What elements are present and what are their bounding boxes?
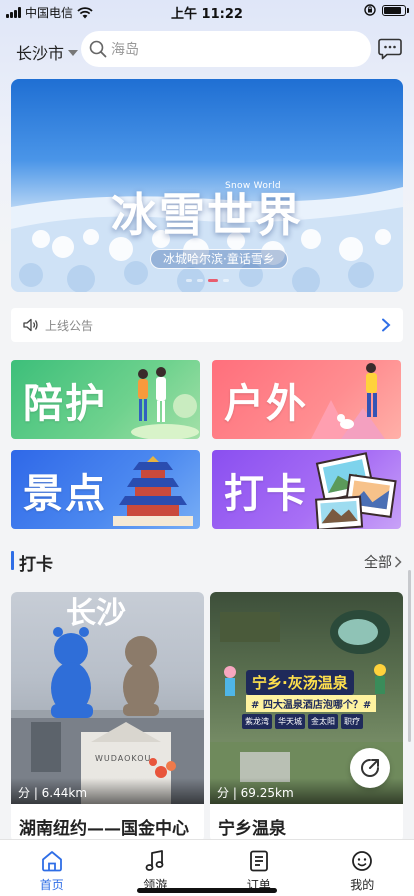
- card-brand-text: WUDAOKOU: [95, 754, 152, 763]
- banner-pagination: [11, 279, 403, 282]
- checkin-card[interactable]: 长沙 WUDAOKOU 分 | 6.44km 湖南纽约——国金中心: [11, 592, 204, 842]
- tab-home-label: 首页: [39, 878, 64, 892]
- card-tag: 华天城: [275, 714, 305, 729]
- search-input[interactable]: 海岛: [81, 31, 371, 67]
- user-face-icon: [352, 851, 373, 871]
- message-icon[interactable]: [378, 38, 402, 60]
- section-more-label: 全部: [364, 555, 392, 571]
- search-icon: [89, 40, 107, 58]
- tab-home[interactable]: 首页: [0, 840, 104, 896]
- tab-profile-label: 我的: [350, 878, 375, 892]
- card-tag: 金太阳: [308, 714, 338, 729]
- card-title: 湖南纽约——国金中心: [19, 819, 189, 839]
- temple-illustration: [113, 456, 193, 526]
- status-right: [364, 4, 409, 16]
- chevron-right-icon: [382, 318, 391, 332]
- banner-title: 冰雪世界: [111, 188, 303, 242]
- music-note-icon: [145, 850, 164, 871]
- status-bar: 中国电信 上午 11:22: [0, 0, 414, 22]
- search-placeholder: 海岛: [111, 42, 139, 58]
- status-time: 上午 11:22: [171, 7, 243, 22]
- category-outdoor-label: 户外: [224, 379, 308, 427]
- notice-bar[interactable]: 上线公告: [11, 308, 403, 342]
- checkin-card[interactable]: 宁乡·灰汤温泉 # 四大温泉酒店泡哪个？# 紫龙湾 华天城 金太阳 职疗 分 |…: [210, 592, 403, 842]
- card-tag: 紫龙湾: [242, 714, 272, 729]
- card-image: 长沙 WUDAOKOU 分 | 6.44km: [11, 592, 204, 804]
- banner-dot[interactable]: [207, 279, 218, 282]
- banner-dot[interactable]: [196, 279, 203, 282]
- orientation-lock-icon: [364, 4, 376, 16]
- category-attractions-label: 景点: [23, 469, 107, 517]
- card-overlay-subtitle: # 四大温泉酒店泡哪个？#: [246, 695, 377, 712]
- chevron-down-icon: [68, 50, 79, 56]
- card-tag: 职疗: [341, 714, 363, 729]
- home-icon: [41, 851, 62, 872]
- category-escort-label: 陪护: [23, 379, 107, 427]
- banner-dot[interactable]: [222, 279, 229, 282]
- category-escort[interactable]: 陪护: [11, 360, 200, 439]
- outdoor-illustration: [311, 363, 385, 439]
- share-icon: [361, 759, 379, 777]
- order-icon: [249, 850, 268, 872]
- city-label: 长沙市: [16, 44, 65, 63]
- city-selector[interactable]: 长沙市: [16, 40, 79, 64]
- category-attractions[interactable]: 景点: [11, 450, 200, 529]
- escort-illustration: [131, 367, 199, 439]
- home-indicator: [137, 888, 277, 893]
- section-accent-bar: [11, 551, 14, 570]
- chevron-right-icon: [394, 556, 402, 568]
- category-checkin[interactable]: 打卡: [212, 450, 401, 529]
- card-title: 宁乡温泉: [218, 819, 286, 839]
- category-checkin-label: 打卡: [224, 469, 308, 517]
- banner-subtitle: 冰城哈尔滨·童话雪乡: [150, 249, 288, 269]
- scrollbar[interactable]: [408, 570, 411, 742]
- section-title: 打卡: [19, 555, 53, 575]
- card-overlay-text: 长沙: [66, 596, 126, 631]
- section-more-link[interactable]: 全部: [364, 552, 402, 572]
- card-distance: 分 | 6.44km: [11, 778, 204, 804]
- share-button[interactable]: [350, 748, 390, 788]
- card-overlay-title: 宁乡·灰汤温泉: [246, 670, 354, 695]
- photos-illustration: [315, 452, 397, 529]
- tab-profile[interactable]: 我的: [311, 840, 414, 896]
- battery-icon: [382, 4, 409, 16]
- notice-text: 上线公告: [45, 318, 94, 333]
- battery-fill: [384, 6, 401, 14]
- promo-banner[interactable]: Snow World 冰雪世界 冰城哈尔滨·童话雪乡: [11, 79, 403, 292]
- speaker-icon: [23, 318, 38, 332]
- card-tag-list: 紫龙湾 华天城 金太阳 职疗: [242, 714, 363, 729]
- category-outdoor[interactable]: 户外: [212, 360, 401, 439]
- banner-dot[interactable]: [185, 279, 192, 282]
